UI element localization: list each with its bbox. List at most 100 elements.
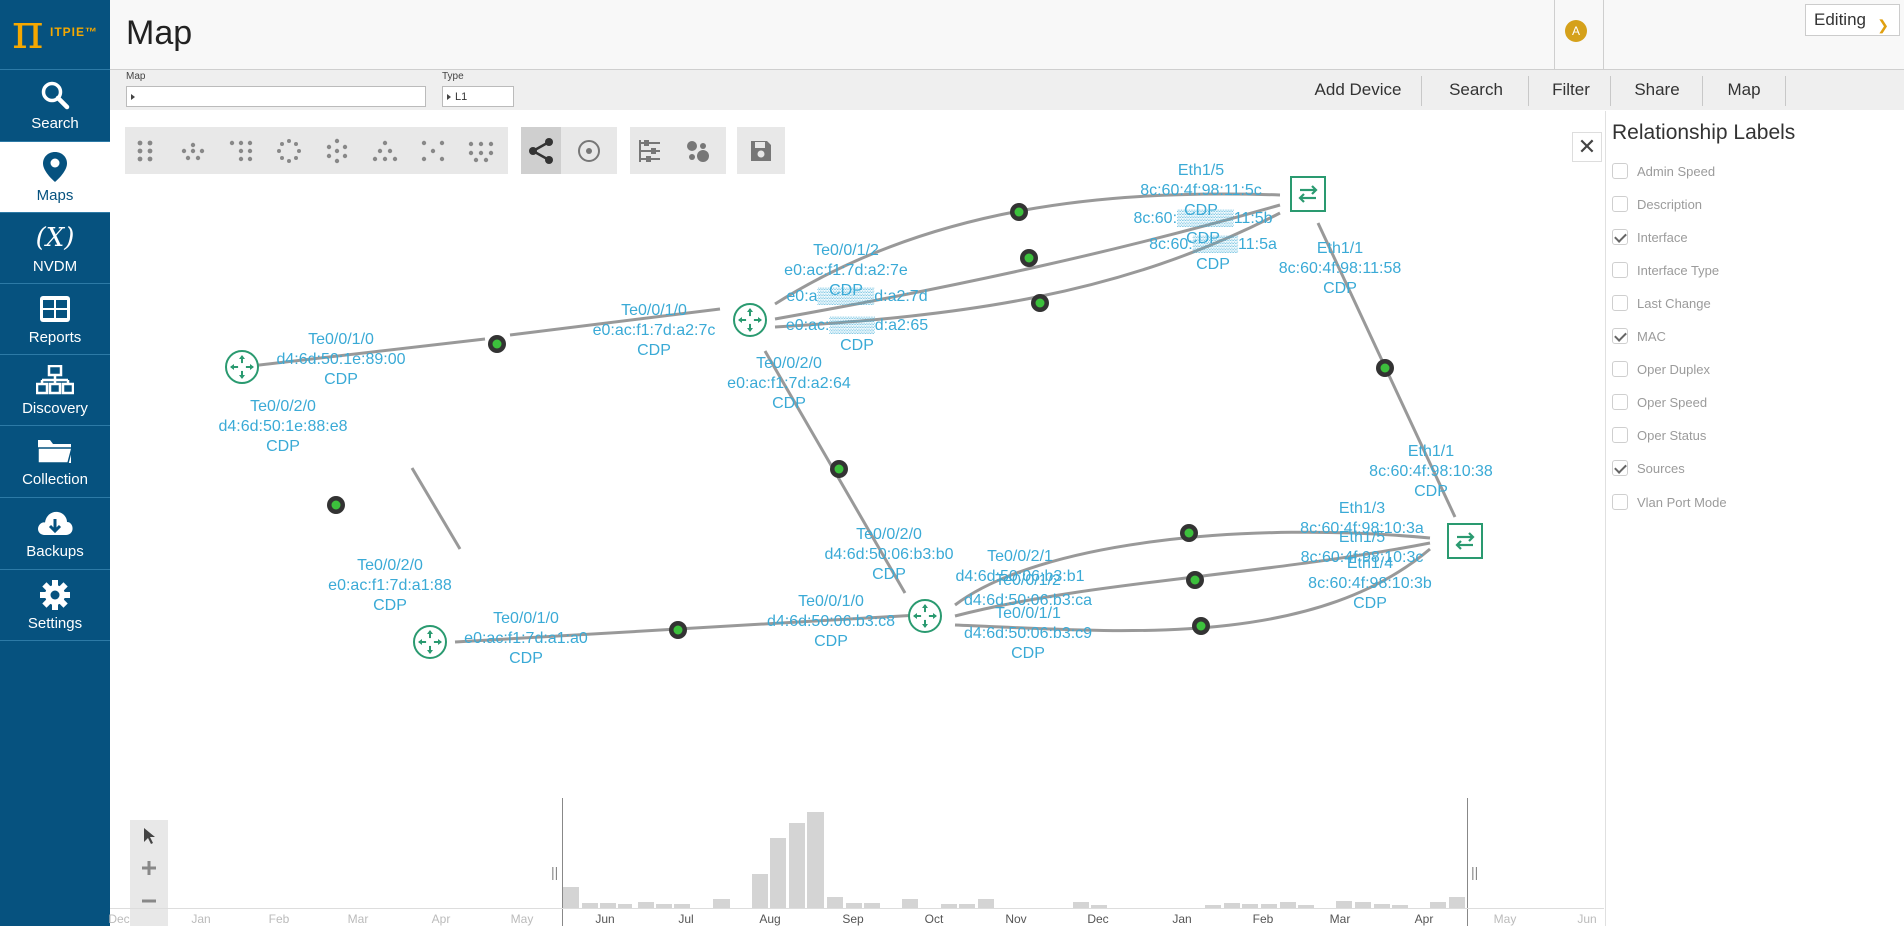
checkbox[interactable]: [1612, 328, 1628, 344]
header-divider: [1603, 0, 1604, 69]
option-label: Oper Duplex: [1637, 362, 1710, 377]
layout-tree-button[interactable]: [365, 127, 405, 174]
type-select-value: L1: [455, 91, 468, 103]
histogram-bar: [770, 838, 786, 908]
option-label: Description: [1637, 197, 1703, 212]
sidebar-item-discovery[interactable]: Discovery: [0, 354, 110, 426]
relationship-labels-panel: Relationship Labels Admin Speed Descript…: [1605, 111, 1904, 926]
link-label: Eth1/1 8c:60:4f:98:11:58 CDP: [1278, 240, 1402, 297]
avatar[interactable]: A: [1565, 20, 1587, 42]
checkbox[interactable]: [1612, 460, 1628, 476]
sidebar-item-label: Settings: [27, 615, 83, 632]
histogram-bar: [1336, 901, 1352, 908]
checkbox[interactable]: [1612, 394, 1628, 410]
checkbox[interactable]: [1612, 361, 1628, 377]
sidebar-item-maps[interactable]: Maps: [0, 141, 110, 213]
save-button[interactable]: [741, 127, 781, 174]
topology-map[interactable]: Te0/0/1/0 d4:6d:50:1e:89:00 CDP Te0/0/2/0 d…: [110, 111, 1604, 799]
histogram-bar: [827, 897, 843, 908]
month-label: Nov: [1005, 912, 1027, 926]
map-select[interactable]: [126, 86, 426, 107]
sidebar-item-nvdm[interactable]: (X) NVDM: [0, 212, 110, 284]
zoom-in-button[interactable]: [130, 852, 168, 884]
type-select[interactable]: L1: [442, 86, 514, 107]
table-icon: [0, 292, 110, 326]
router-node[interactable]: [224, 349, 260, 390]
router-icon: [413, 625, 447, 659]
adjust-button[interactable]: [630, 127, 670, 174]
router-node[interactable]: [907, 598, 943, 639]
checkbox[interactable]: [1612, 427, 1628, 443]
sidebar-item-reports[interactable]: Reports: [0, 283, 110, 355]
toolbar-divider: [1702, 76, 1703, 106]
layout-random-button[interactable]: [173, 127, 213, 174]
month-label: May: [1493, 912, 1517, 926]
map-field-label: Map: [126, 71, 146, 82]
checkbox[interactable]: [1612, 494, 1628, 510]
histogram-bar: [563, 887, 579, 908]
close-panel-button[interactable]: ✕: [1572, 132, 1602, 162]
sidebar-item-label: Collection: [22, 471, 88, 488]
layout-spread-button[interactable]: [413, 127, 453, 174]
range-handle-icon[interactable]: ||: [551, 864, 558, 880]
search-button[interactable]: Search: [1430, 70, 1522, 110]
panel-title: Relationship Labels: [1612, 121, 1796, 144]
link-label: Eth1/4 8c:60:4f:98:10:3b CDP: [1308, 555, 1432, 612]
group-button[interactable]: [678, 127, 718, 174]
map-pin-icon: [0, 150, 110, 184]
checkbox[interactable]: [1612, 163, 1628, 179]
timeline-range-end[interactable]: [1467, 798, 1468, 926]
view-toolbar: [521, 127, 617, 174]
histogram-bar: [902, 899, 918, 908]
mode-dropdown[interactable]: Editing ❯: [1805, 4, 1900, 36]
option-label: MAC: [1637, 329, 1666, 344]
checkbox[interactable]: [1612, 262, 1628, 278]
checkbox[interactable]: [1612, 196, 1628, 212]
checkbox[interactable]: [1612, 229, 1628, 245]
histogram-bar: [807, 812, 824, 908]
map-toolbar: Map Type L1 Add Device Search Filter Sha…: [110, 70, 1904, 110]
tree-layout-icon: [372, 140, 398, 161]
add-device-button[interactable]: Add Device: [1301, 70, 1415, 110]
itpie-logo[interactable]: π ITPIE™: [0, 0, 110, 68]
toolbar-divider: [1421, 76, 1422, 106]
switch-node[interactable]: [1447, 523, 1483, 564]
layout-toolbar: [125, 127, 508, 174]
layout-circle-button[interactable]: [269, 127, 309, 174]
map-button[interactable]: Map: [1710, 70, 1778, 110]
month-label: Oct: [924, 912, 944, 926]
zoom-out-button[interactable]: [130, 885, 168, 917]
filter-button[interactable]: Filter: [1535, 70, 1607, 110]
layout-hierarchy-button[interactable]: [221, 127, 261, 174]
link-label: Te0/0/1/0 d4:6d:50:06:b3:c8 CDP: [766, 593, 896, 650]
pointer-tool-button[interactable]: [130, 820, 168, 852]
switch-node[interactable]: [1290, 176, 1326, 217]
expand-icon: [447, 94, 451, 101]
router-node[interactable]: [412, 624, 448, 665]
target-view-button[interactable]: [569, 127, 609, 174]
cursor-icon: [144, 828, 155, 844]
layout-cluster-button[interactable]: [461, 127, 501, 174]
router-node[interactable]: [732, 302, 768, 343]
link-label: Te0/0/1/1 d4:6d:50:06:b3:c9 CDP: [963, 605, 1093, 662]
layout-concentric-button[interactable]: [317, 127, 357, 174]
sidebar-item-settings[interactable]: Settings: [0, 569, 110, 641]
sidebar-item-search[interactable]: Search: [0, 69, 110, 141]
sidebar-item-backups[interactable]: Backups: [0, 497, 110, 569]
sidebar: π ITPIE™ Search Maps (X) NVDM Reports Di…: [0, 0, 110, 926]
search-icon: [0, 78, 110, 112]
layout-grid-button[interactable]: [125, 127, 165, 174]
option-label: Interface: [1637, 230, 1688, 245]
mode-dropdown-value: Editing: [1814, 10, 1866, 29]
cluster-layout-icon: [468, 141, 494, 162]
link-label: e0:a▒▒▒▒▒d:a2:7d: [786, 288, 928, 305]
range-handle-icon[interactable]: ||: [1471, 864, 1478, 880]
gear-icon: [0, 578, 110, 612]
sidebar-item-collection[interactable]: Collection: [0, 425, 110, 497]
checkbox[interactable]: [1612, 295, 1628, 311]
relationships-view-button[interactable]: [521, 127, 561, 174]
share-button[interactable]: Share: [1617, 70, 1697, 110]
switch-icon: [1447, 523, 1483, 559]
month-label: Dec: [1087, 912, 1109, 926]
link-label: Te0/0/2/0 d4:6d:50:1e:88:e8 CDP: [218, 398, 348, 455]
